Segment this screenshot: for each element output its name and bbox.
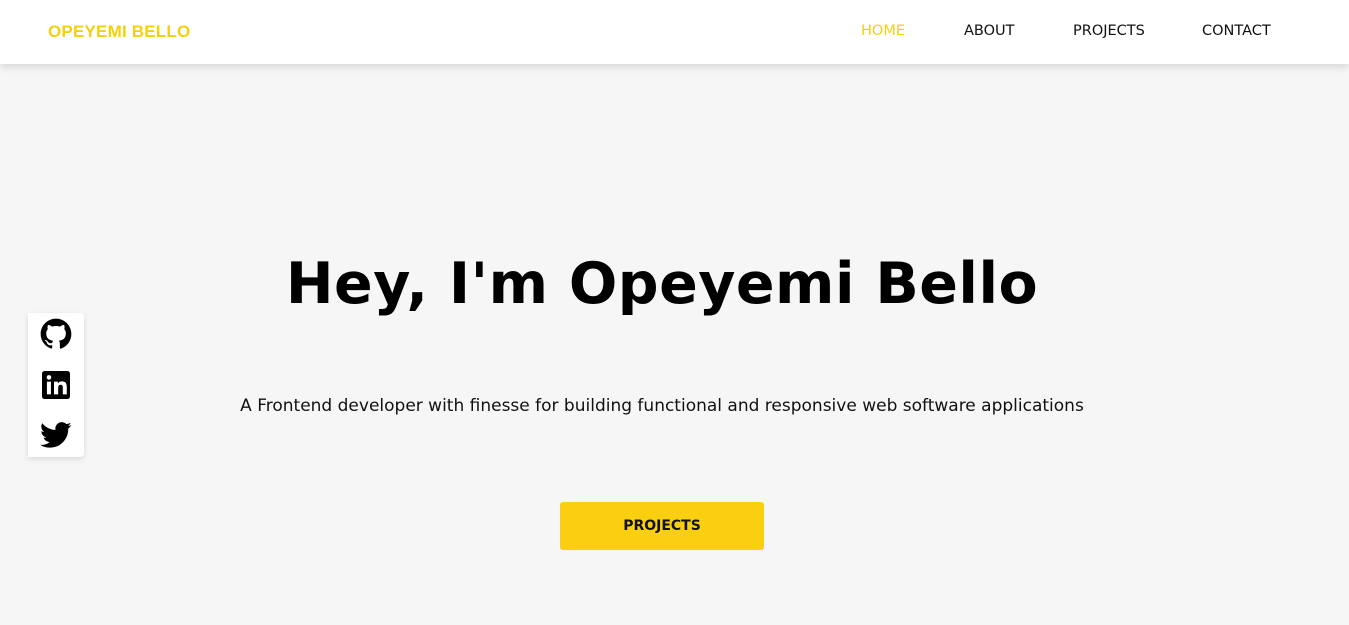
github-link[interactable] bbox=[40, 318, 72, 350]
twitter-icon bbox=[40, 422, 72, 448]
projects-button[interactable]: PROJECTS bbox=[560, 502, 764, 550]
nav-link-home[interactable]: HOME bbox=[861, 23, 905, 39]
nav-link-projects[interactable]: PROJECTS bbox=[1073, 23, 1145, 39]
linkedin-icon bbox=[42, 371, 70, 399]
hero-subtitle: A Frontend developer with finesse for bu… bbox=[240, 396, 1084, 416]
top-navbar: OPEYEMI BELLO HOME ABOUT PROJECTS CONTAC… bbox=[0, 0, 1349, 64]
github-icon bbox=[40, 318, 72, 349]
nav-link-about[interactable]: ABOUT bbox=[964, 23, 1015, 39]
linkedin-link[interactable] bbox=[40, 369, 72, 401]
hero-title: Hey, I'm Opeyemi Bello bbox=[285, 251, 1039, 317]
brand-logo[interactable]: OPEYEMI BELLO bbox=[48, 22, 190, 42]
twitter-link[interactable] bbox=[40, 419, 72, 451]
social-sidebar bbox=[28, 313, 84, 457]
nav-link-contact[interactable]: CONTACT bbox=[1202, 23, 1271, 39]
